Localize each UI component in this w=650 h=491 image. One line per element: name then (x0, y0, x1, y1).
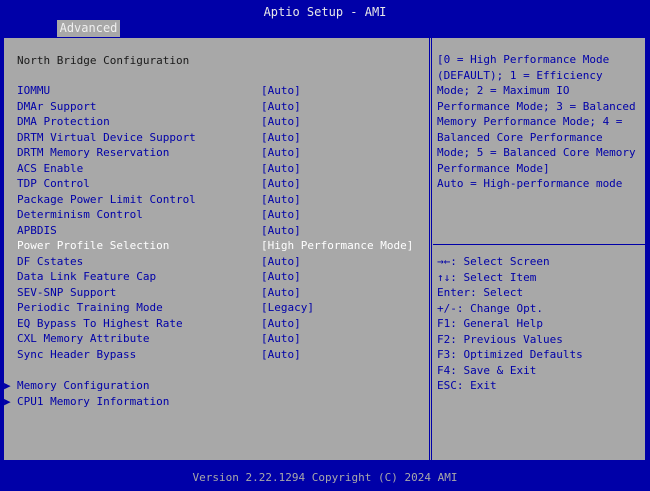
help-text-line: Auto = High-performance mode (437, 177, 623, 190)
setting-label: CXL Memory Attribute (17, 332, 150, 345)
setting-value[interactable]: [Auto] (261, 269, 301, 284)
setting-value[interactable]: [Auto] (261, 145, 301, 160)
submenu-label: Memory Configuration (17, 379, 150, 392)
title-bar: Aptio Setup - AMI Advanced (0, 0, 650, 37)
setting-value[interactable]: [Auto] (261, 285, 301, 300)
setting-value[interactable]: [Auto] (261, 83, 301, 98)
setting-value[interactable]: [Auto] (261, 316, 301, 331)
setting-label: Package Power Limit Control (17, 192, 196, 206)
submenu-label: CPU1 Memory Information (17, 394, 170, 408)
help-text-line: Mode; 2 = Maximum IO (437, 84, 570, 97)
help-text-line: (DEFAULT); 1 = Efficiency (437, 68, 603, 82)
setting-value[interactable]: [Auto] (261, 223, 301, 238)
tab-advanced[interactable]: Advanced (57, 20, 120, 37)
key-hint-f4: F4: Save & Exit (437, 363, 537, 377)
setting-value[interactable]: [Auto] (261, 347, 301, 362)
help-text-line: Mode; 5 = Balanced Core Memory (437, 146, 636, 159)
key-hint-esc: ESC: Exit (437, 379, 497, 392)
setting-label: Sync Header Bypass (17, 347, 137, 361)
section-title: North Bridge Configuration (17, 54, 190, 67)
setting-label: APBDIS (17, 223, 57, 237)
help-text-line: Performance Mode; 3 = Balanced (437, 99, 636, 113)
submenu-arrow-icon: ▶ (4, 394, 11, 408)
help-text-line: Balanced Core Performance (437, 130, 603, 144)
help-text-line: [0 = High Performance Mode (437, 53, 610, 66)
setting-label: Power Profile Selection (17, 239, 170, 252)
setting-label: Data Link Feature Cap (17, 270, 157, 283)
setting-label: DMA Protection (17, 115, 110, 128)
setting-value[interactable]: [Auto] (261, 254, 301, 269)
key-hint-f3: F3: Optimized Defaults (437, 348, 583, 361)
key-hint-select-item: ↑↓: Select Item (437, 270, 537, 284)
app-title: Aptio Setup - AMI (263, 5, 387, 19)
setting-label: DF Cstates (17, 254, 84, 268)
setting-label: Periodic Training Mode (17, 301, 163, 314)
key-hint-select-screen: →←: Select Screen (437, 255, 550, 268)
setting-value[interactable]: [Legacy] (261, 300, 314, 315)
setting-label: TDP Control (17, 177, 90, 190)
setting-value[interactable]: [Auto] (261, 207, 301, 222)
help-divider (433, 244, 645, 245)
setting-label: ACS Enable (17, 161, 84, 175)
setting-label: Determinism Control (17, 208, 143, 221)
key-hint-f1: F1: General Help (437, 317, 543, 330)
setting-value[interactable]: [High Performance Mode] (261, 238, 413, 253)
setting-label: DMAr Support (17, 99, 97, 113)
setting-label: IOMMU (17, 84, 51, 97)
setting-value[interactable]: [Auto] (261, 331, 301, 346)
submenu-memory-configuration[interactable]: ▶ Memory Configuration (4, 378, 149, 393)
setting-value[interactable]: [Auto] (261, 114, 301, 129)
setting-value[interactable]: [Auto] (261, 99, 301, 114)
key-hint-change-opt: +/-: Change Opt. (437, 301, 543, 315)
help-text-line: Performance Mode] (437, 161, 550, 175)
help-text-line: Memory Performance Mode; 4 = (437, 115, 623, 128)
setting-value[interactable]: [Auto] (261, 176, 301, 191)
setting-value[interactable]: [Auto] (261, 192, 301, 207)
setting-label: DRTM Virtual Device Support (17, 130, 196, 144)
setting-label: EQ Bypass To Highest Rate (17, 316, 183, 330)
submenu-arrow-icon: ▶ (4, 379, 11, 392)
submenu-cpu1-memory-information[interactable]: ▶ CPU1 Memory Information (4, 394, 169, 409)
setting-label: DRTM Memory Reservation (17, 146, 170, 159)
version-text: Version 2.22.1294 Copyright (C) 2024 AMI (192, 471, 458, 484)
setting-value[interactable]: [Auto] (261, 130, 301, 145)
key-hint-enter: Enter: Select (437, 286, 524, 299)
setting-label: SEV-SNP Support (17, 285, 117, 299)
key-hint-f2: F2: Previous Values (437, 332, 563, 346)
setting-value[interactable]: [Auto] (261, 161, 301, 176)
